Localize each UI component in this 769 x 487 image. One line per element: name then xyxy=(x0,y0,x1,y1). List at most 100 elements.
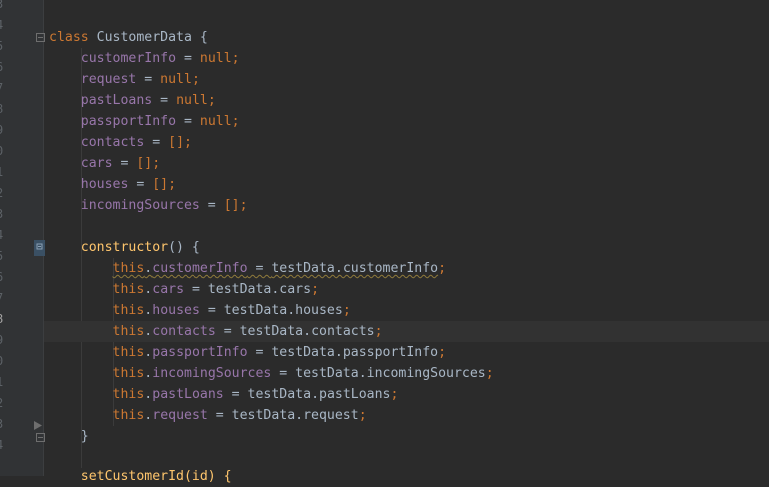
code-line-next-method[interactable]: setCustomerId(id) { xyxy=(49,466,769,487)
line-number[interactable]: 3 xyxy=(0,414,6,435)
field-value: null xyxy=(176,93,208,108)
line-number[interactable]: 8 xyxy=(0,99,6,120)
code-line-assignment[interactable]: this.pastLoans = testData.pastLoans; xyxy=(49,384,769,405)
brace: } xyxy=(80,429,89,444)
field-value: [] xyxy=(136,156,153,171)
field-value: [] xyxy=(168,135,185,150)
semicolon: ; xyxy=(231,114,240,129)
brace: { xyxy=(191,30,208,45)
this-keyword: this xyxy=(112,261,145,276)
field-name: houses xyxy=(80,177,129,192)
line-number[interactable]: 5 xyxy=(0,36,6,57)
line-number[interactable]: 1 xyxy=(0,372,6,393)
fold-end-icon[interactable] xyxy=(36,433,45,442)
line-number-gutter[interactable] xyxy=(0,0,44,476)
line-number[interactable]: 5 xyxy=(0,246,6,267)
code-line-assignment[interactable]: this.incomingSources = testData.incoming… xyxy=(49,363,769,384)
this-keyword: this xyxy=(112,345,145,360)
this-keyword: this xyxy=(112,303,145,318)
code-line-field[interactable]: houses = []; xyxy=(49,174,769,195)
class-name: CustomerData xyxy=(96,30,192,45)
property-name: cars xyxy=(152,282,185,297)
field-name: contacts xyxy=(80,135,145,150)
code-line-field[interactable]: customerInfo = null; xyxy=(49,48,769,69)
line-number[interactable]: 6 xyxy=(0,267,6,288)
semicolon: ; xyxy=(184,135,192,150)
line-number[interactable]: 4 xyxy=(0,225,6,246)
line-number[interactable]: 9 xyxy=(0,330,6,351)
line-number[interactable]: 6 xyxy=(0,57,6,78)
code-area[interactable]: class CustomerData { customerInfo = null… xyxy=(44,0,769,484)
code-line-close-brace[interactable]: } xyxy=(49,426,769,447)
line-number[interactable]: 0 xyxy=(0,351,6,372)
breakpoint-gutter-icon[interactable] xyxy=(34,240,45,256)
code-line-assignment[interactable]: this.customerInfo = testData.customerInf… xyxy=(49,258,769,279)
assignment-value: testData.houses xyxy=(223,303,343,318)
assignment-value: testData.pastLoans xyxy=(247,387,391,402)
code-line-field[interactable]: pastLoans = null; xyxy=(49,90,769,111)
code-line-constructor[interactable]: constructor() { xyxy=(49,237,769,258)
code-line-assignment[interactable]: this.passportInfo = testData.passportInf… xyxy=(49,342,769,363)
code-line-assignment[interactable]: this.houses = testData.houses; xyxy=(49,300,769,321)
keyword: class xyxy=(49,30,89,45)
code-line-field[interactable]: incomingSources = []; xyxy=(49,195,769,216)
code-line-assignment[interactable]: this.contacts = testData.contacts; xyxy=(44,321,769,342)
operator: = xyxy=(152,93,177,108)
property-name: incomingSources xyxy=(152,366,272,381)
code-line-field[interactable]: passportInfo = null; xyxy=(49,111,769,132)
code-line-assignment[interactable]: this.cars = testData.cars; xyxy=(49,279,769,300)
line-number[interactable]: 3 xyxy=(0,0,6,15)
line-number[interactable]: 2 xyxy=(0,183,6,204)
line-number[interactable]: 7 xyxy=(0,288,6,309)
field-value: null xyxy=(199,51,232,66)
property-name: customerInfo xyxy=(152,261,248,276)
field-value: [] xyxy=(152,177,169,192)
code-line-field[interactable]: request = null; xyxy=(49,69,769,90)
operator: = xyxy=(136,72,161,87)
assignment-value: testData.customerInfo xyxy=(271,261,439,276)
assignment-value: testData.incomingSources xyxy=(295,366,486,381)
operator: = xyxy=(128,177,153,192)
this-keyword: this xyxy=(112,366,145,381)
code-line-field[interactable]: cars = []; xyxy=(49,153,769,174)
field-name: request xyxy=(80,72,137,87)
assignment-value: testData.request xyxy=(231,408,359,423)
field-name: customerInfo xyxy=(80,51,177,66)
method-name: setCustomerId(id) { xyxy=(80,469,232,484)
property-name: houses xyxy=(152,303,200,318)
line-number[interactable]: 9 xyxy=(0,120,6,141)
assignment-value: testData.contacts xyxy=(239,324,375,339)
operator: = xyxy=(199,198,224,213)
property-name: passportInfo xyxy=(152,345,248,360)
line-number[interactable]: 0 xyxy=(0,141,6,162)
operator: = xyxy=(176,51,200,66)
this-keyword: this xyxy=(112,387,145,402)
property-name: contacts xyxy=(152,324,216,339)
semicolon: ; xyxy=(152,156,161,171)
field-value: null xyxy=(199,114,232,129)
line-number[interactable]: 1 xyxy=(0,162,6,183)
gutter-divider xyxy=(43,0,44,476)
fold-collapse-icon[interactable] xyxy=(36,33,45,42)
line-number[interactable]: 2 xyxy=(0,393,6,414)
code-editor[interactable]: 3456789012345678901234 class CustomerDat… xyxy=(0,0,769,484)
field-name: cars xyxy=(80,156,113,171)
semicolon: ; xyxy=(191,72,200,87)
field-value: null xyxy=(160,72,192,87)
fold-expand-icon[interactable] xyxy=(34,421,43,430)
field-value: [] xyxy=(223,198,240,213)
assignment-value: testData.cars xyxy=(207,282,312,297)
constructor-signature: () { xyxy=(168,240,200,255)
line-number[interactable]: 7 xyxy=(0,78,6,99)
line-number[interactable]: 3 xyxy=(0,204,6,225)
semicolon: ; xyxy=(168,177,177,192)
line-number[interactable]: 4 xyxy=(0,435,6,456)
code-line-assignment[interactable]: this.request = testData.request; xyxy=(49,405,769,426)
assignment-value: testData.passportInfo xyxy=(271,345,439,360)
constructor-name: constructor xyxy=(80,240,169,255)
code-line-class[interactable]: class CustomerData { xyxy=(49,27,769,48)
code-line-field[interactable]: contacts = []; xyxy=(49,132,769,153)
line-number[interactable]: 8 xyxy=(0,309,6,330)
semicolon: ; xyxy=(231,51,240,66)
line-number[interactable]: 4 xyxy=(0,15,6,36)
